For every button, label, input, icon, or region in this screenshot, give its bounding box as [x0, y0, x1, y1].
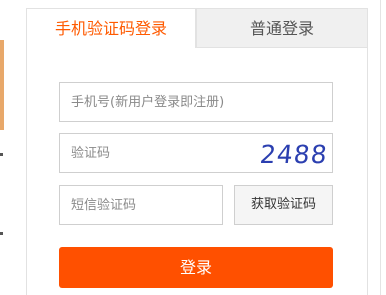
captcha-image[interactable]: 2488: [258, 136, 328, 170]
phone-field: [59, 82, 333, 122]
edge-dot: [0, 153, 3, 156]
tab-phone-login[interactable]: 手机验证码登录: [26, 8, 196, 48]
sms-code-field: [59, 185, 223, 225]
login-page: 手机验证码登录 普通登录 2488 获取验证码 登录: [0, 0, 386, 295]
captcha-field: 2488: [59, 133, 333, 173]
page-edge-right: [377, 0, 386, 295]
captcha-text: 2488: [259, 140, 328, 169]
divider: [380, 0, 381, 295]
get-sms-code-button[interactable]: 获取验证码: [234, 185, 333, 225]
login-tabs: 手机验证码登录 普通登录: [26, 8, 368, 48]
edge-decoration: [0, 40, 4, 130]
tab-normal-login[interactable]: 普通登录: [196, 8, 368, 48]
phone-input[interactable]: [60, 83, 332, 121]
edge-dot: [0, 232, 3, 235]
page-edge-left: [0, 0, 6, 295]
sms-code-input[interactable]: [60, 186, 222, 224]
login-button[interactable]: 登录: [59, 247, 333, 288]
